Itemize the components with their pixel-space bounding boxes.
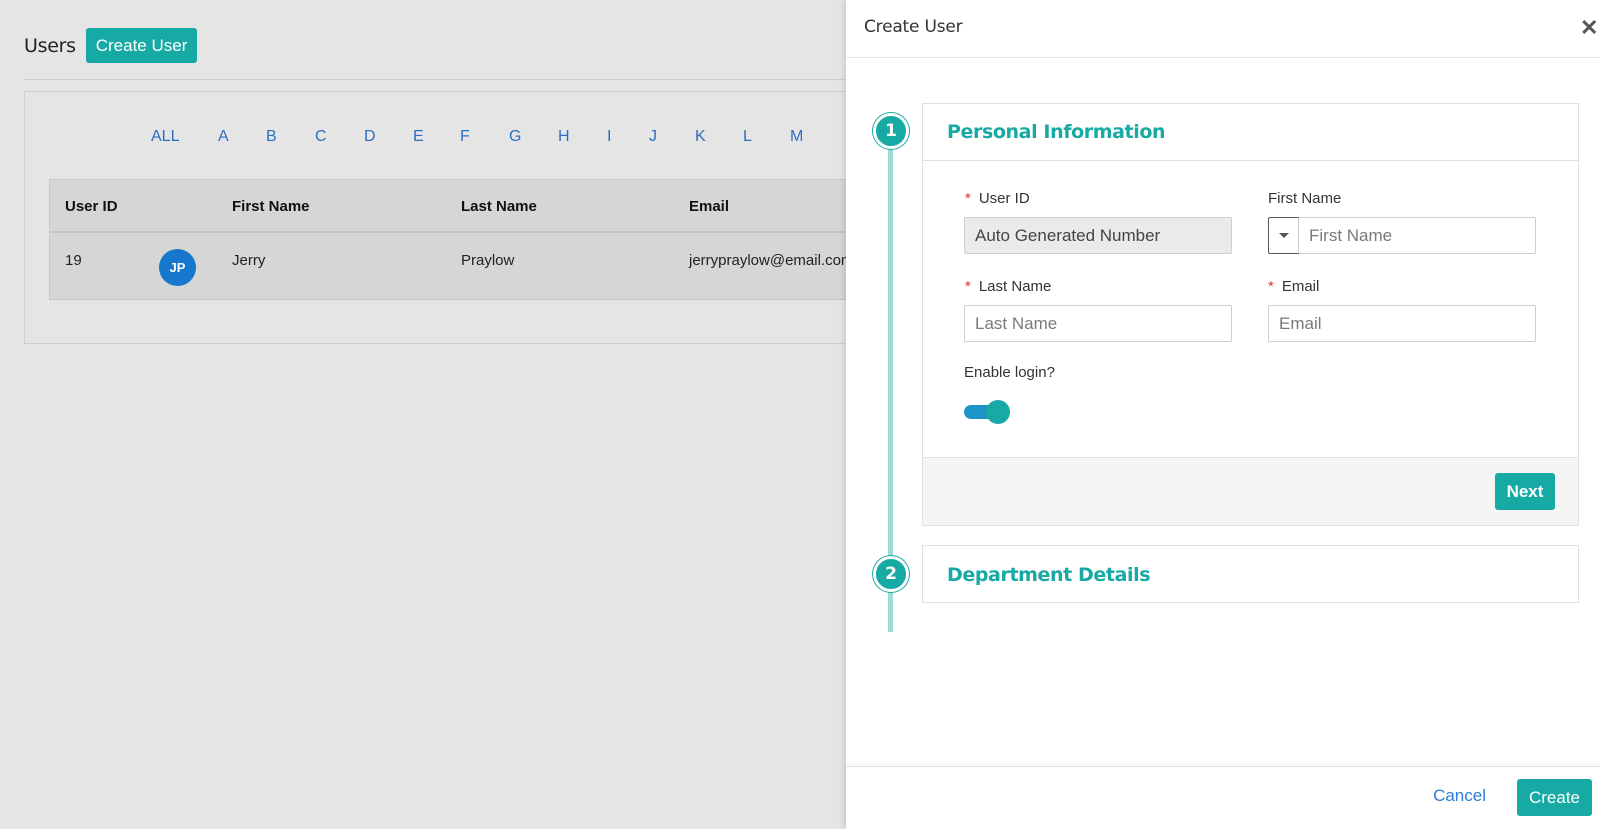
table-row[interactable]: 19 JP Jerry Praylow jerrypraylow@email.c…: [49, 233, 855, 300]
section-footer: Next: [923, 457, 1578, 525]
cell-last-name: Praylow: [461, 252, 515, 269]
cell-first-name: Jerry: [232, 252, 266, 269]
drawer-footer: Cancel Create: [846, 766, 1600, 829]
alpha-filter-all[interactable]: ALL: [151, 128, 179, 146]
column-header-first-name[interactable]: First Name: [232, 198, 310, 215]
last-name-input[interactable]: [964, 305, 1232, 342]
alpha-filter-d[interactable]: D: [364, 128, 376, 146]
required-mark: *: [1268, 278, 1274, 295]
enable-login-label: Enable login?: [964, 364, 1055, 381]
close-icon[interactable]: ✕: [1580, 16, 1600, 40]
column-header-last-name[interactable]: Last Name: [461, 198, 537, 215]
drawer-header: Create User ✕: [846, 0, 1600, 58]
cell-email: jerrypraylow@email.com: [689, 252, 854, 269]
section-title: Department Details: [947, 564, 1151, 586]
create-user-button[interactable]: Create User: [85, 28, 198, 63]
required-mark: *: [965, 278, 971, 295]
users-panel: ALL A B C D E F G H I J K L M User ID Fi…: [24, 91, 855, 344]
enable-login-toggle[interactable]: [964, 400, 1010, 424]
section-title: Personal Information: [947, 121, 1166, 143]
divider: [24, 79, 854, 80]
create-user-drawer: Create User ✕ 1 2 Personal Information *…: [846, 0, 1600, 829]
alpha-filter-h[interactable]: H: [558, 128, 570, 146]
avatar: JP: [159, 249, 196, 286]
alpha-filter-b[interactable]: B: [266, 128, 277, 146]
toggle-knob: [986, 400, 1010, 424]
alpha-filter-i[interactable]: I: [607, 128, 611, 146]
column-header-user-id[interactable]: User ID: [65, 198, 118, 215]
user-id-input[interactable]: [964, 217, 1232, 254]
personal-information-section: Personal Information *User ID First Name…: [922, 103, 1579, 526]
drawer-title: Create User: [864, 17, 963, 37]
alpha-filter-f[interactable]: F: [460, 128, 470, 146]
cell-user-id: 19: [65, 252, 82, 269]
email-input[interactable]: [1268, 305, 1536, 342]
next-button[interactable]: Next: [1495, 473, 1555, 510]
page-header: Users Create User: [24, 28, 198, 63]
table-header: User ID First Name Last Name Email: [49, 179, 855, 233]
caret-down-icon: [1278, 233, 1289, 238]
alphabet-filter: ALL A B C D E F G H I J K L M: [25, 128, 853, 152]
page-title: Users: [24, 34, 76, 57]
alpha-filter-c[interactable]: C: [315, 128, 327, 146]
first-name-dropdown[interactable]: [1268, 217, 1299, 254]
last-name-label: * Last Name: [965, 278, 1052, 295]
step-2-indicator: 2: [873, 556, 909, 592]
user-id-label: * User ID: [965, 190, 1030, 207]
alpha-filter-k[interactable]: K: [695, 128, 706, 146]
alpha-filter-m[interactable]: M: [790, 128, 803, 146]
cancel-button[interactable]: Cancel: [1433, 786, 1486, 806]
alpha-filter-l[interactable]: L: [743, 128, 752, 146]
alpha-filter-a[interactable]: A: [218, 128, 229, 146]
required-mark: *: [965, 190, 971, 207]
alpha-filter-g[interactable]: G: [509, 128, 521, 146]
create-button[interactable]: Create: [1517, 779, 1592, 816]
department-details-section[interactable]: Department Details: [922, 545, 1579, 603]
first-name-input[interactable]: [1298, 217, 1536, 254]
step-1-indicator: 1: [873, 113, 909, 149]
first-name-label: First Name: [1268, 190, 1342, 207]
alpha-filter-j[interactable]: J: [649, 128, 657, 146]
section-header[interactable]: Personal Information: [923, 104, 1578, 161]
users-table: User ID First Name Last Name Email 19 JP…: [49, 179, 855, 300]
column-header-email[interactable]: Email: [689, 198, 729, 215]
email-label: * Email: [1268, 278, 1320, 295]
alpha-filter-e[interactable]: E: [413, 128, 424, 146]
